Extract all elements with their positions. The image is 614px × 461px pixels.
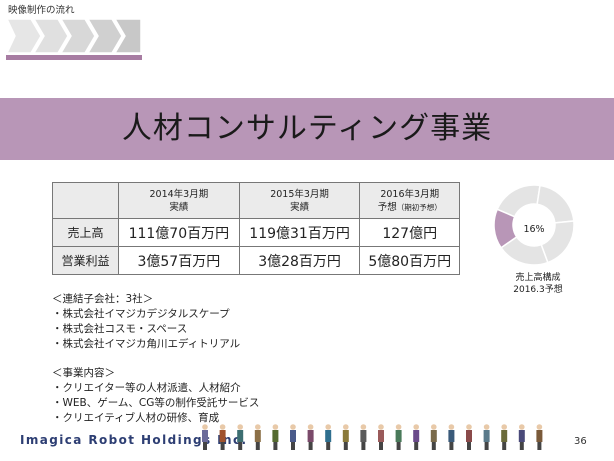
person-figure [307, 424, 314, 450]
person-figure [254, 424, 261, 450]
table-cell: 3億57百万円 [118, 246, 240, 275]
list-item: ・株式会社コスモ・スペース [52, 323, 188, 335]
list-item: ・クリエイター等の人材派遣、人材紹介 [52, 382, 241, 394]
page-number: 36 [574, 436, 587, 447]
person-figure [448, 424, 455, 450]
header-type: 実績 [169, 201, 189, 213]
person-figure [202, 424, 208, 450]
breadcrumb-label: 映像制作の流れ [8, 5, 75, 16]
person-figure [501, 424, 508, 450]
table-cell: 3億28百万円 [238, 246, 361, 275]
table-cell: 5億80百万円 [359, 246, 460, 275]
header-period: 2015年3月期 [270, 188, 329, 200]
person-figure [518, 424, 525, 450]
donut-caption-line2: 2016.3予想 [513, 285, 563, 295]
person-figure [290, 424, 296, 450]
table-cell: 127億円 [359, 218, 460, 247]
table-cell: 111億70百万円 [118, 218, 240, 247]
donut-caption-line1: 売上高構成 [515, 273, 561, 283]
person-figure [395, 424, 402, 450]
person-figure [272, 424, 279, 450]
flow-underline [6, 55, 142, 60]
table-header-2016: 2016年3月期 予想（期初予想） [359, 182, 460, 219]
table-corner-cell [52, 182, 119, 219]
title-band: 人材コンサルティング事業 [0, 98, 614, 160]
table-header-row: 2014年3月期 実績 2015年3月期 実績 2016年3月期 予想（期初予想… [52, 182, 460, 219]
person-figure [536, 424, 543, 450]
person-figure [413, 424, 420, 450]
person-figure [219, 424, 226, 450]
row-label: 営業利益 [52, 246, 119, 275]
person-figure [430, 424, 437, 450]
flow-chevron-bar [6, 18, 142, 54]
people-figures-illustration [202, 424, 543, 450]
list-item: ・株式会社イマジカ角川エディトリアル [52, 338, 241, 350]
row-label: 売上高 [52, 218, 119, 247]
list-item: ・株式会社イマジカデジタルスケープ [52, 308, 230, 320]
header-note: （期初予想） [396, 202, 442, 212]
page-title: 人材コンサルティング事業 [121, 111, 493, 146]
donut-caption: 売上高構成 2016.3予想 [498, 272, 578, 296]
table-cell: 119億31百万円 [238, 218, 361, 247]
person-figure [237, 424, 244, 450]
donut-percent-label: 16% [523, 224, 545, 235]
list-item: ・WEB、ゲーム、CG等の制作受託サービス [52, 397, 260, 409]
table-header-2014: 2014年3月期 実績 [118, 182, 240, 219]
table-row-operating-profit: 営業利益 3億57百万円 3億28百万円 5億80百万円 [52, 246, 460, 275]
person-figure [378, 424, 384, 450]
header-period: 2014年3月期 [149, 188, 209, 200]
header-type-wrap: 予想（期初予想） [360, 201, 459, 214]
person-figure [360, 424, 367, 450]
person-figure [342, 424, 349, 450]
person-figure [325, 424, 332, 450]
person-figure [483, 424, 490, 450]
header-type: 実績 [290, 201, 310, 213]
business-heading: ＜事業内容＞ [52, 367, 115, 379]
donut-segment-other [536, 184, 575, 224]
header-type: 予想 [377, 201, 397, 213]
header-period: 2016年3月期 [380, 188, 440, 200]
table-header-2015: 2015年3月期 実績 [238, 182, 361, 219]
notes-spacer [52, 352, 259, 366]
financial-table: 2014年3月期 実績 2015年3月期 実績 2016年3月期 予想（期初予想… [52, 182, 460, 275]
subsidiaries-heading: ＜連結子会社：3社＞ [52, 293, 154, 305]
person-figure [466, 424, 472, 450]
notes-block: ＜連結子会社：3社＞ ・株式会社イマジカデジタルスケープ ・株式会社コスモ・スペ… [52, 292, 259, 426]
table-row-sales: 売上高 111億70百万円 119億31百万円 127億円 [52, 218, 460, 247]
